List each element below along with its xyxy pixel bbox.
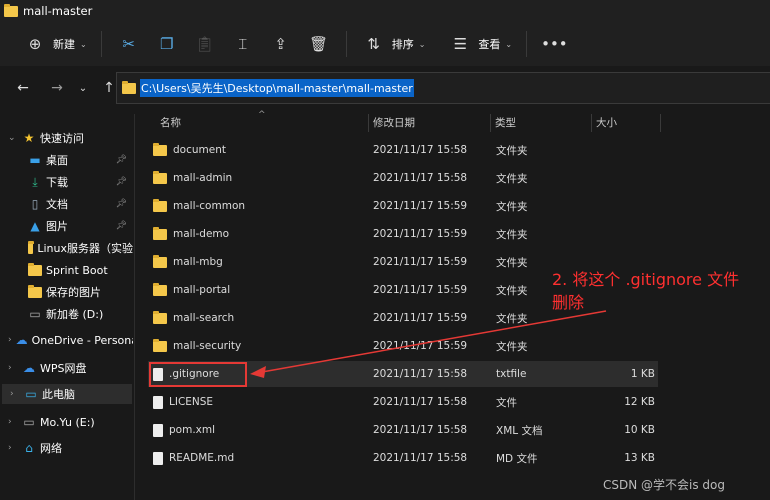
arrow-line	[261, 310, 607, 373]
watermark: CSDN @学不会is dog	[603, 478, 726, 492]
arrow-head	[250, 366, 266, 378]
annotation-arrow	[250, 310, 607, 378]
annotation-note: 2. 将这个 .gitignore 文件 删除	[552, 270, 740, 312]
